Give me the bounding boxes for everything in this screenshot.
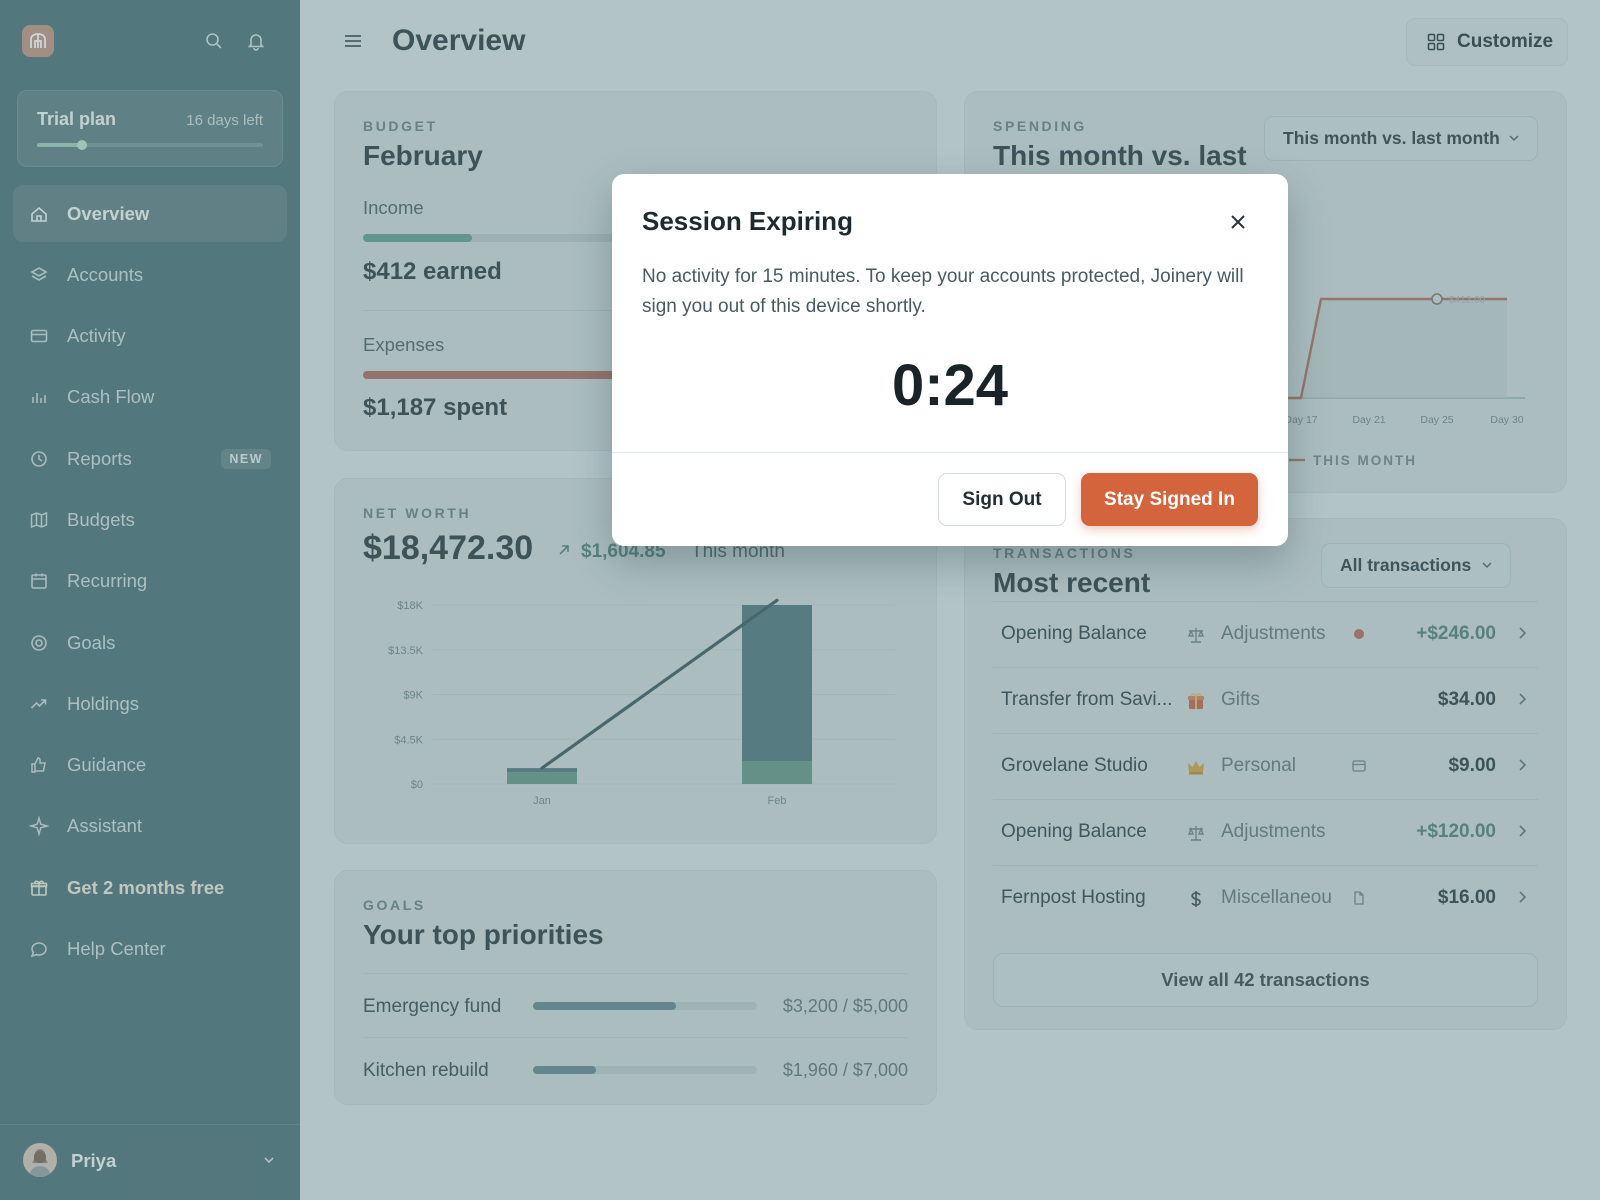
session-expiring-dialog: Session Expiring No activity for 15 minu… [612,174,1288,546]
stay-signed-in-button[interactable]: Stay Signed In [1081,473,1258,526]
close-icon[interactable] [1226,210,1250,234]
dialog-message: No activity for 15 minutes. To keep your… [642,266,1244,317]
dialog-divider [612,452,1288,453]
dialog-title: Session Expiring [642,206,853,236]
sign-out-button[interactable]: Sign Out [938,473,1066,526]
countdown-timer: 0:24 [891,353,1009,418]
